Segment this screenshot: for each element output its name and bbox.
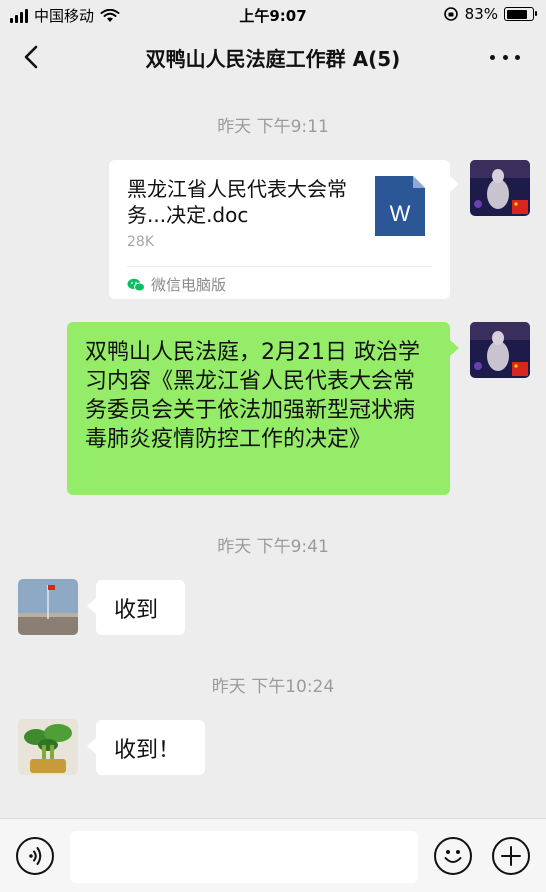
text-message-other[interactable]: 收到！ — [96, 720, 205, 775]
emoji-icon[interactable] — [434, 837, 472, 875]
file-name: 黑龙江省人民代表大会常务...决定.doc — [127, 177, 347, 227]
wechat-icon — [127, 278, 145, 291]
timestamp: 昨天 下午9:11 — [217, 117, 329, 137]
svg-text:W: W — [390, 201, 411, 226]
avatar-member[interactable] — [18, 719, 78, 775]
file-source-label: 微信电脑版 — [151, 276, 227, 294]
battery-icon — [504, 7, 537, 21]
chat-header: 双鸭山人民法庭工作群 A(5) — [0, 30, 546, 84]
plus-icon[interactable] — [492, 837, 530, 875]
bubble-tail — [87, 738, 96, 754]
timestamp: 昨天 下午9:41 — [217, 537, 329, 557]
bubble-tail — [450, 340, 459, 356]
file-size: 28K — [127, 234, 154, 250]
rotation-lock-icon — [443, 7, 458, 21]
file-source: 微信电脑版 — [127, 274, 226, 295]
avatar-member[interactable] — [18, 579, 78, 635]
text-message-other[interactable]: 收到 — [96, 580, 185, 635]
avatar-self[interactable] — [470, 322, 530, 378]
file-message[interactable]: 黑龙江省人民代表大会常务...决定.doc 28K W 微信电脑版 — [109, 160, 450, 299]
status-bar: 中国移动 上午9:07 83% — [0, 0, 546, 30]
chat-title: 双鸭山人民法庭工作群 A(5) — [145, 47, 401, 71]
message-input[interactable] — [70, 831, 418, 883]
timestamp: 昨天 下午10:24 — [211, 677, 335, 697]
input-bar — [0, 818, 546, 892]
battery-percent: 83% — [464, 5, 498, 23]
text-message-self[interactable]: 双鸭山人民法庭，2月21日 政治学习内容《黑龙江省人民代表大会常务委员会关于依法… — [67, 322, 450, 495]
back-icon[interactable] — [18, 42, 46, 72]
more-dots-icon[interactable] — [490, 44, 520, 70]
voice-icon[interactable] — [16, 837, 54, 875]
word-doc-icon: W — [375, 176, 425, 236]
avatar-self[interactable] — [470, 160, 530, 216]
bubble-tail — [87, 598, 96, 614]
divider — [127, 266, 432, 267]
bubble-tail — [450, 176, 459, 192]
